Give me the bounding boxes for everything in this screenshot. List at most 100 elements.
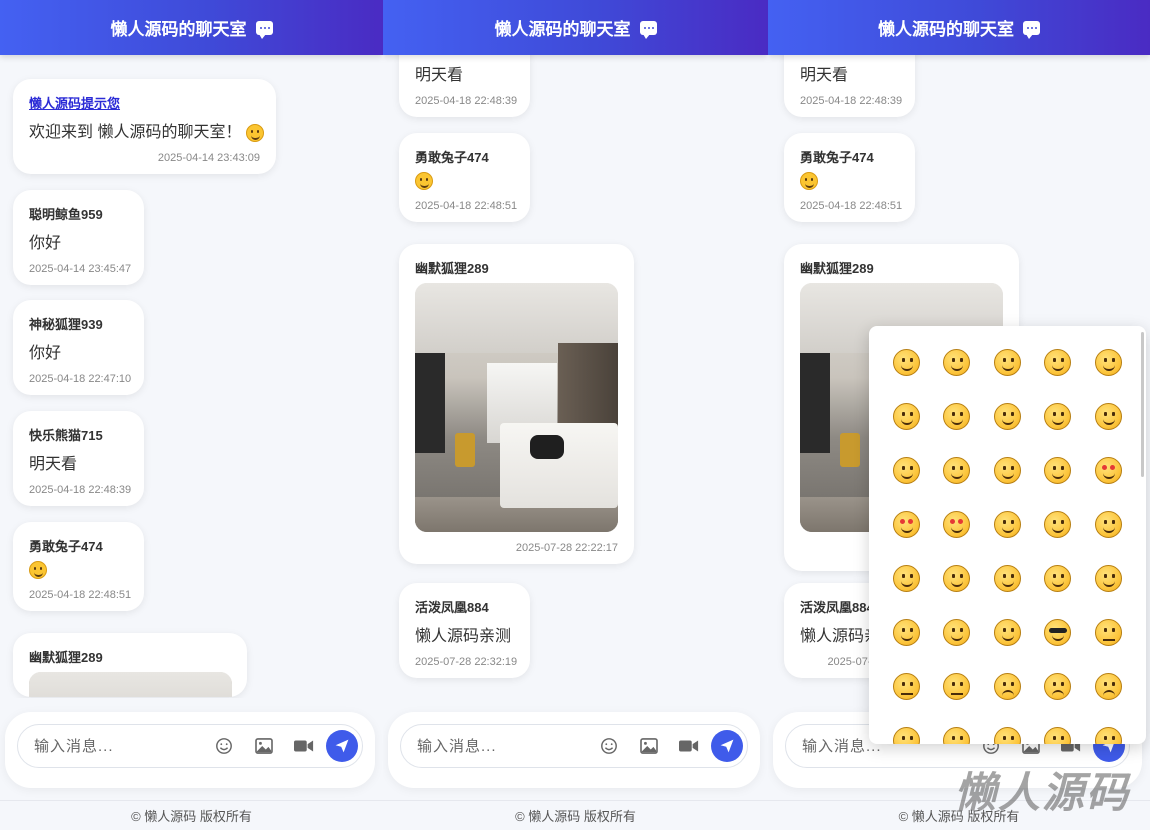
- sweat-smile-emoji-icon: [29, 561, 47, 579]
- image-button[interactable]: [244, 728, 284, 764]
- emoji-face-icon: [993, 402, 1021, 430]
- emoji-option[interactable]: [982, 456, 1032, 484]
- video-button[interactable]: [284, 728, 324, 764]
- message-sender: 神秘狐狸939: [29, 317, 103, 332]
- emoji-option[interactable]: [881, 726, 931, 744]
- emoji-option[interactable]: [881, 402, 931, 430]
- chat-panel-1: 懒人源码的聊天室 懒人源码提示您 欢迎来到 懒人源码的聊天室！ 2025-04-…: [0, 0, 383, 830]
- emoji-option[interactable]: [982, 618, 1032, 646]
- message-time: 2025-04-18 22:48:51: [29, 589, 132, 602]
- emoji-option[interactable]: [982, 510, 1032, 538]
- image-icon: [640, 738, 658, 754]
- message-list[interactable]: 明天看 2025-04-18 22:48:39 勇敢兔子474 2025-04-…: [383, 55, 768, 698]
- emoji-option[interactable]: [1033, 618, 1083, 646]
- emoji-face-icon: [892, 456, 920, 484]
- emoji-face-icon: [1044, 672, 1071, 700]
- message-text: 明天看: [29, 456, 78, 473]
- send-button[interactable]: [326, 730, 358, 762]
- header-title: 懒人源码的聊天室: [494, 20, 631, 39]
- emoji-option[interactable]: [1083, 348, 1133, 376]
- emoji-option[interactable]: [1083, 402, 1133, 430]
- message-input-wrap: [17, 724, 363, 768]
- message-bubble: 活泼凤凰884 懒人源码亲测 2025-07-28 22:32:19: [399, 583, 530, 678]
- emoji-option[interactable]: [1033, 564, 1083, 592]
- emoji-option[interactable]: [881, 564, 931, 592]
- emoji-option[interactable]: [1033, 726, 1083, 744]
- message-input[interactable]: [417, 737, 589, 755]
- emoji-grid: [881, 348, 1133, 744]
- emoji-option[interactable]: [1033, 456, 1083, 484]
- emoji-face-icon: [1044, 510, 1071, 538]
- message-time: 2025-04-18 22:48:51: [800, 200, 903, 213]
- message-text: 你好: [29, 235, 62, 252]
- emoji-option[interactable]: [982, 402, 1032, 430]
- emoji-option[interactable]: [881, 672, 931, 700]
- emoji-option[interactable]: [982, 564, 1032, 592]
- message-text: 你好: [29, 345, 62, 362]
- emoji-button[interactable]: [204, 728, 244, 764]
- emoji-face-icon: [943, 348, 970, 376]
- emoji-option[interactable]: [932, 402, 982, 430]
- emoji-option[interactable]: [1083, 510, 1133, 538]
- emoji-option[interactable]: [1083, 456, 1133, 484]
- message-text: [800, 172, 899, 190]
- emoji-face-icon: [892, 348, 920, 376]
- emoji-face-icon: [892, 402, 920, 430]
- emoji-option[interactable]: [1083, 618, 1133, 646]
- emoji-option[interactable]: [932, 726, 982, 744]
- emoji-option[interactable]: [881, 618, 931, 646]
- message-text-content: 欢迎来到 懒人源码的聊天室！: [29, 124, 242, 141]
- image-icon: [255, 738, 273, 754]
- emoji-option[interactable]: [932, 672, 982, 700]
- emoji-face-icon: [993, 348, 1021, 376]
- message-time: 2025-04-18 22:48:39: [800, 95, 903, 107]
- send-button[interactable]: [711, 730, 743, 762]
- emoji-option[interactable]: [1083, 564, 1133, 592]
- emoji-face-icon: [943, 618, 970, 646]
- hotel-room-photo[interactable]: [415, 283, 618, 532]
- message-input[interactable]: [34, 737, 204, 755]
- message-time: 2025-04-14 23:43:09: [157, 152, 260, 164]
- emoji-face-icon: [1094, 672, 1122, 700]
- emoji-face-icon: [1094, 510, 1122, 538]
- message-time: 2025-07-28 22:32:19: [415, 656, 518, 668]
- message-bubble: 快乐熊猫715 明天看 2025-04-18 22:48:39: [13, 411, 144, 506]
- emoji-picker[interactable]: [869, 326, 1146, 744]
- emoji-option[interactable]: [1083, 672, 1133, 700]
- emoji-option[interactable]: [932, 564, 982, 592]
- emoji-option[interactable]: [881, 456, 931, 484]
- emoji-face-icon: [1094, 402, 1122, 430]
- emoji-option[interactable]: [881, 348, 931, 376]
- emoji-option[interactable]: [932, 618, 982, 646]
- emoji-face-icon: [1044, 402, 1071, 430]
- emoji-option[interactable]: [932, 348, 982, 376]
- emoji-face-icon: [892, 564, 920, 592]
- emoji-icon: [216, 738, 232, 754]
- message-sender-link[interactable]: 懒人源码提示您: [29, 93, 260, 112]
- message-text: 明天看: [415, 67, 464, 84]
- message-bubble: 明天看 2025-04-18 22:48:39: [784, 55, 915, 117]
- video-button[interactable]: [669, 728, 709, 764]
- message-list[interactable]: 懒人源码提示您 欢迎来到 懒人源码的聊天室！ 2025-04-14 23:43:…: [0, 55, 383, 698]
- watermark: 懒人源码: [953, 768, 1130, 817]
- emoji-option[interactable]: [932, 510, 982, 538]
- emoji-option[interactable]: [1033, 672, 1083, 700]
- hotel-room-photo[interactable]: [29, 672, 232, 697]
- emoji-option[interactable]: [881, 510, 931, 538]
- emoji-option[interactable]: [1083, 726, 1133, 744]
- emoji-option[interactable]: [1033, 348, 1083, 376]
- message-sender: 勇敢兔子474: [800, 150, 874, 165]
- emoji-option[interactable]: [932, 456, 982, 484]
- emoji-option[interactable]: [982, 672, 1032, 700]
- emoji-button[interactable]: [589, 728, 629, 764]
- image-button[interactable]: [629, 728, 669, 764]
- emoji-picker-scrollbar[interactable]: [1141, 332, 1144, 477]
- emoji-option[interactable]: [1033, 402, 1083, 430]
- emoji-option[interactable]: [982, 348, 1032, 376]
- emoji-face-icon: [943, 564, 970, 592]
- chat-bubble-icon: [255, 20, 273, 39]
- message-text: [29, 561, 128, 579]
- emoji-face-icon: [892, 510, 920, 538]
- emoji-option[interactable]: [982, 726, 1032, 744]
- emoji-option[interactable]: [1033, 510, 1083, 538]
